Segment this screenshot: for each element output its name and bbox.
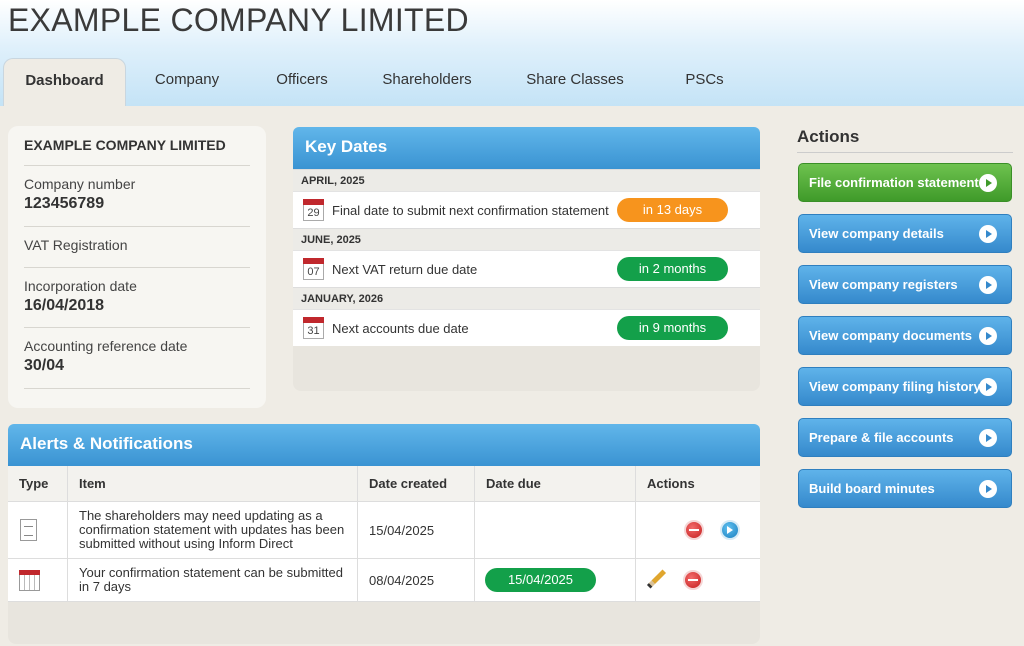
key-dates-title: Key Dates bbox=[293, 127, 760, 169]
calendar-icon: 31 bbox=[303, 317, 324, 339]
button-label: View company documents bbox=[809, 328, 973, 343]
company-number-value: 123456789 bbox=[24, 195, 105, 212]
accounting-reference-label: Accounting reference date bbox=[24, 338, 188, 354]
pencil-icon[interactable] bbox=[645, 569, 667, 591]
incorporation-date-label: Incorporation date bbox=[24, 278, 137, 294]
tab-share-classes[interactable]: Share Classes bbox=[498, 58, 652, 106]
button-label: Prepare & file accounts bbox=[809, 430, 954, 445]
key-date-text: Final date to submit next confirmation s… bbox=[332, 202, 609, 218]
arrow-right-icon bbox=[979, 480, 997, 498]
date-due-cell bbox=[475, 502, 636, 558]
key-date-row: 07 Next VAT return due date in 2 months bbox=[293, 250, 760, 287]
date-created-cell: 08/04/2025 bbox=[358, 559, 475, 601]
arrow-right-icon bbox=[979, 327, 997, 345]
column-header-item: Item bbox=[68, 466, 358, 501]
alerts-title: Alerts & Notifications bbox=[8, 424, 760, 466]
key-dates-month: APRIL, 2025 bbox=[293, 169, 760, 191]
tab-bar: Dashboard Company Officers Shareholders … bbox=[0, 58, 757, 106]
company-name: EXAMPLE COMPANY LIMITED bbox=[24, 137, 226, 153]
calendar-icon bbox=[19, 569, 40, 591]
column-header-actions: Actions bbox=[647, 476, 695, 491]
item-cell: Your confirmation statement can be submi… bbox=[68, 559, 358, 601]
date-created-cell: 15/04/2025 bbox=[358, 502, 475, 558]
key-date-text: Next accounts due date bbox=[332, 320, 469, 336]
item-cell: The shareholders may need updating as a … bbox=[68, 502, 358, 558]
calendar-day: 29 bbox=[307, 207, 320, 219]
column-header-date-created: Date created bbox=[358, 466, 475, 501]
arrow-right-icon bbox=[979, 225, 997, 243]
key-dates-list: APRIL, 2025 29 Final date to submit next… bbox=[293, 169, 760, 346]
document-icon bbox=[20, 519, 37, 541]
button-label: File confirmation statement bbox=[809, 175, 979, 190]
type-cell bbox=[8, 502, 68, 558]
tab-officers[interactable]: Officers bbox=[248, 58, 356, 106]
column-header-type: Type bbox=[8, 466, 68, 501]
company-info-header: EXAMPLE COMPANY LIMITED bbox=[24, 126, 250, 166]
view-company-details-button[interactable]: View company details bbox=[798, 214, 1012, 253]
incorporation-date-row: Incorporation date 16/04/2018 bbox=[24, 268, 250, 328]
prepare-file-accounts-button[interactable]: Prepare & file accounts bbox=[798, 418, 1012, 457]
button-label: View company details bbox=[809, 226, 944, 241]
calendar-day: 31 bbox=[307, 325, 320, 337]
remove-icon[interactable] bbox=[684, 520, 704, 540]
alerts-panel: Alerts & Notifications Type Item Date cr… bbox=[8, 424, 760, 644]
date-due-cell: 15/04/2025 bbox=[475, 559, 636, 601]
view-company-registers-button[interactable]: View company registers bbox=[798, 265, 1012, 304]
key-date-row: 29 Final date to submit next confirmatio… bbox=[293, 191, 760, 228]
accounting-reference-value: 30/04 bbox=[24, 357, 65, 374]
table-row: Your confirmation statement can be submi… bbox=[8, 559, 760, 602]
key-date-text: Next VAT return due date bbox=[332, 261, 478, 277]
file-confirmation-statement-button[interactable]: File confirmation statement bbox=[798, 163, 1012, 202]
company-number-label: Company number bbox=[24, 176, 136, 192]
calendar-day: 07 bbox=[307, 266, 320, 278]
tab-pscs[interactable]: PSCs bbox=[652, 58, 757, 106]
page-header: EXAMPLE COMPANY LIMITED Dashboard Compan… bbox=[0, 0, 1024, 106]
tab-dashboard[interactable]: Dashboard bbox=[3, 58, 126, 106]
actions-cell bbox=[636, 502, 760, 558]
vat-registration-row: VAT Registration bbox=[24, 227, 250, 268]
incorporation-date-value: 16/04/2018 bbox=[24, 297, 105, 314]
tab-shareholders[interactable]: Shareholders bbox=[356, 58, 498, 106]
key-dates-panel: Key Dates APRIL, 2025 29 Final date to s… bbox=[293, 127, 760, 391]
company-number-row: Company number 123456789 bbox=[24, 166, 250, 227]
build-board-minutes-button[interactable]: Build board minutes bbox=[798, 469, 1012, 508]
table-row: The shareholders may need updating as a … bbox=[8, 502, 760, 559]
actions-divider bbox=[797, 152, 1013, 153]
arrow-right-icon bbox=[979, 378, 997, 396]
due-badge: in 13 days bbox=[617, 198, 728, 222]
calendar-icon: 29 bbox=[303, 199, 324, 221]
column-header-date-due: Date due bbox=[475, 466, 636, 501]
key-dates-month: JANUARY, 2026 bbox=[293, 287, 760, 309]
button-label: View company registers bbox=[809, 277, 958, 292]
alerts-table: Type Item Date created Date due Actions … bbox=[8, 466, 760, 602]
actions-cell bbox=[636, 559, 760, 601]
company-info-panel: EXAMPLE COMPANY LIMITED Company number 1… bbox=[8, 126, 266, 408]
date-due-badge: 15/04/2025 bbox=[485, 568, 596, 592]
vat-registration-label: VAT Registration bbox=[24, 237, 128, 253]
button-label: View company filing history bbox=[809, 379, 981, 394]
type-cell bbox=[8, 559, 68, 601]
accounting-reference-row: Accounting reference date 30/04 bbox=[24, 328, 250, 389]
calendar-icon: 07 bbox=[303, 258, 324, 280]
tab-company[interactable]: Company bbox=[126, 58, 248, 106]
table-header: Type Item Date created Date due Actions bbox=[8, 466, 760, 502]
arrow-right-icon bbox=[979, 276, 997, 294]
arrow-right-icon bbox=[979, 429, 997, 447]
due-badge: in 2 months bbox=[617, 257, 728, 281]
page-title: EXAMPLE COMPANY LIMITED bbox=[8, 2, 469, 38]
button-label: Build board minutes bbox=[809, 481, 935, 496]
remove-icon[interactable] bbox=[683, 570, 703, 590]
due-badge: in 9 months bbox=[617, 316, 728, 340]
key-date-row: 31 Next accounts due date in 9 months bbox=[293, 309, 760, 346]
view-company-documents-button[interactable]: View company documents bbox=[798, 316, 1012, 355]
actions-title: Actions bbox=[797, 127, 860, 146]
view-company-filing-history-button[interactable]: View company filing history bbox=[798, 367, 1012, 406]
key-dates-month: JUNE, 2025 bbox=[293, 228, 760, 250]
arrow-right-icon bbox=[979, 174, 997, 192]
arrow-right-icon[interactable] bbox=[720, 520, 740, 540]
